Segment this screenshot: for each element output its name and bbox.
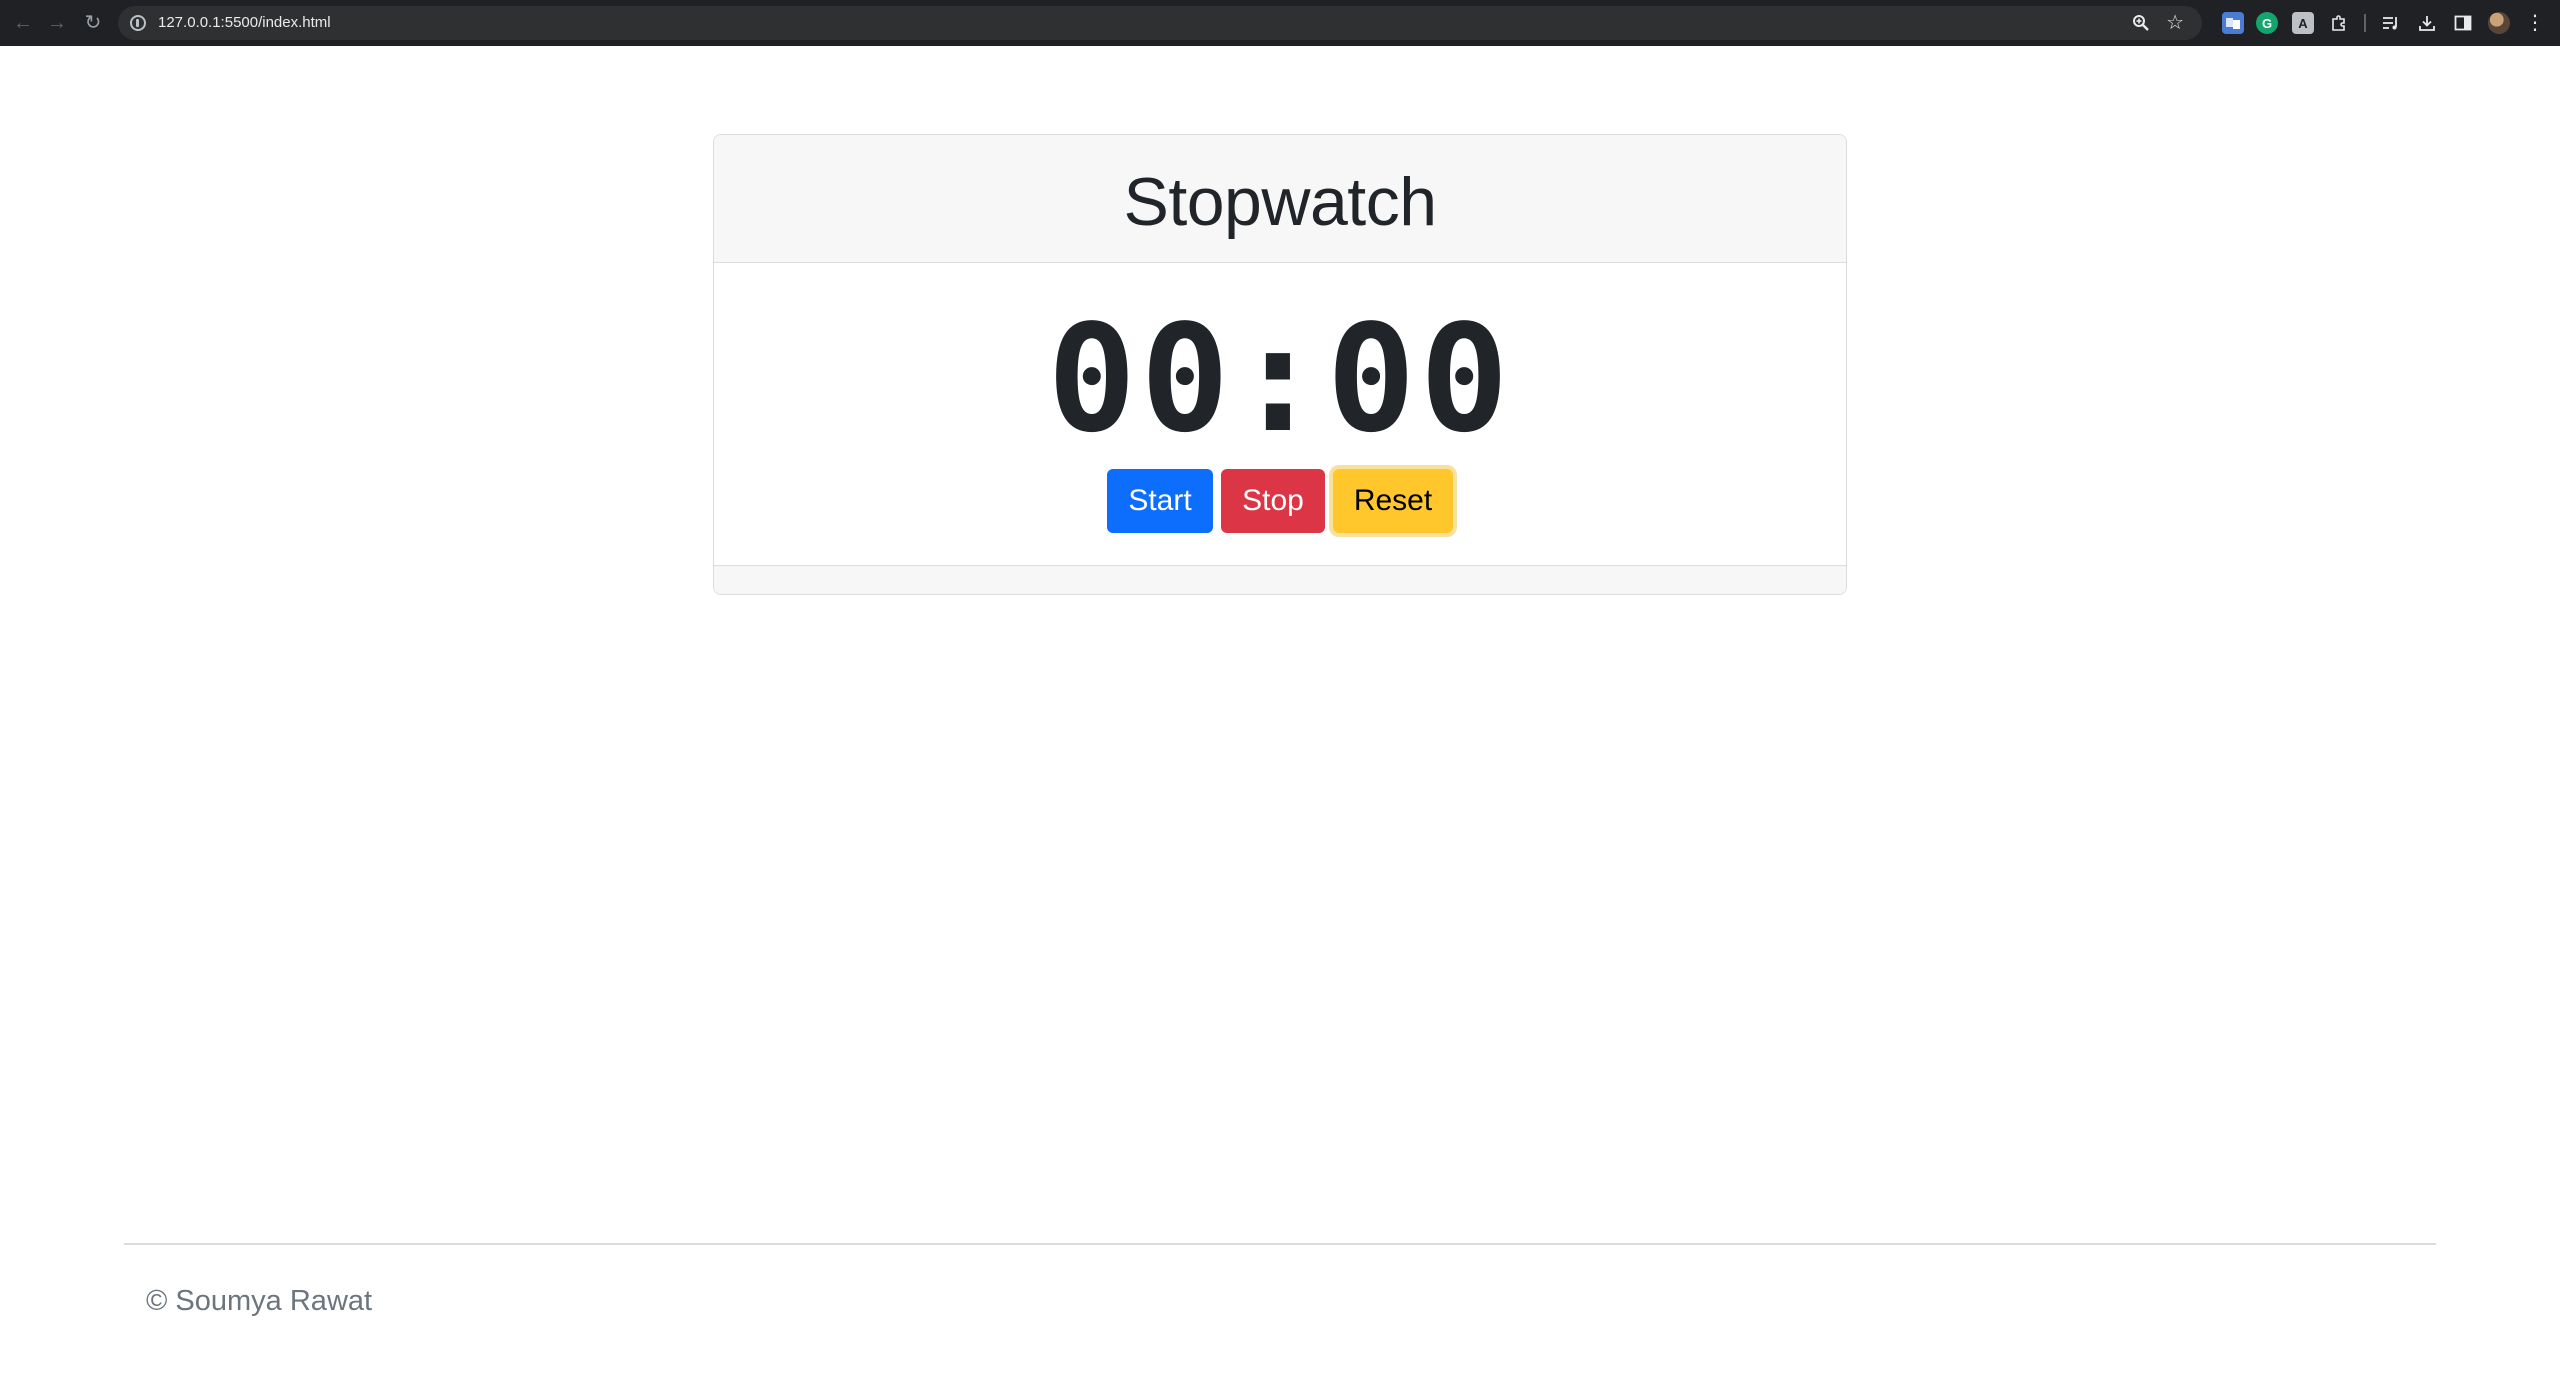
footer-copyright: © Soumya Rawat [146,1285,373,1317]
reset-button[interactable]: Reset [1333,469,1453,533]
media-controls-icon[interactable] [2380,12,2402,34]
time-display: 00:00 [1047,293,1513,465]
grammarly-extension-icon[interactable]: G [2256,12,2278,34]
back-arrow-icon[interactable]: ← [10,10,36,36]
start-button[interactable]: Start [1107,469,1213,533]
reload-icon[interactable]: ↻ [80,10,106,36]
url-text[interactable]: 127.0.0.1:5500/index.html [158,14,331,32]
stop-button[interactable]: Stop [1221,469,1325,533]
browser-toolbar: ← → ↻ 127.0.0.1:5500/index.html ☆ G A ⋮ [0,0,2560,46]
card-body: 00:00 Start Stop Reset [714,263,1846,565]
card-footer [714,565,1846,594]
footer-divider [124,1243,2436,1245]
forward-arrow-icon[interactable]: → [44,10,70,36]
extensions-puzzle-icon[interactable] [2328,12,2350,34]
site-info-icon[interactable] [130,15,146,31]
pocket-extension-icon[interactable]: A [2292,12,2314,34]
page-title: Stopwatch [1123,163,1437,240]
card-header: Stopwatch [714,135,1846,263]
translate-extension-icon[interactable] [2222,12,2244,34]
stopwatch-card: Stopwatch 00:00 Start Stop Reset [713,134,1847,595]
toolbar-divider [2364,14,2366,32]
bookmark-star-icon[interactable]: ☆ [2166,11,2184,35]
more-menu-icon[interactable]: ⋮ [2524,12,2546,34]
zoom-icon[interactable] [2132,14,2150,32]
download-icon[interactable] [2416,12,2438,34]
profile-avatar[interactable] [2488,12,2510,34]
control-buttons: Start Stop Reset [714,469,1846,533]
side-panel-icon[interactable] [2452,12,2474,34]
address-bar[interactable]: 127.0.0.1:5500/index.html ☆ [118,6,2202,40]
